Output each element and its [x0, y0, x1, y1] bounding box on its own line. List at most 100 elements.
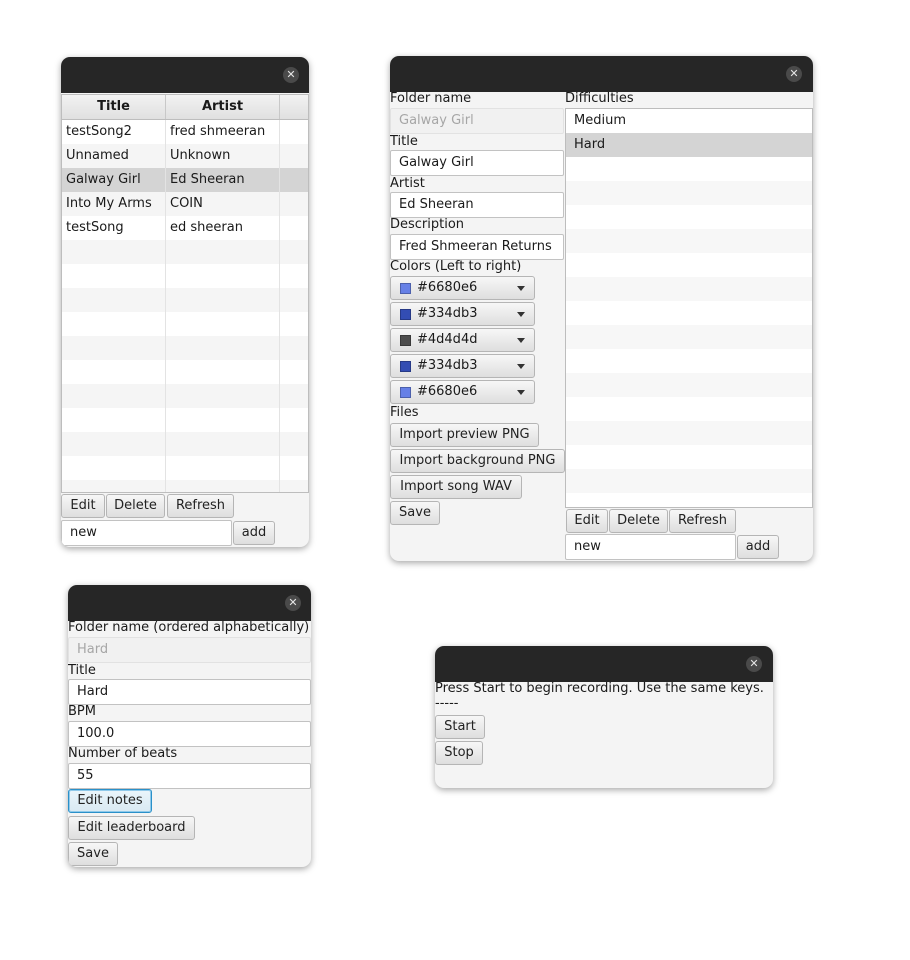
close-icon[interactable]: ✕	[786, 66, 802, 82]
songs-table[interactable]: Title Artist testSong2 fred shmeeran Unnam…	[61, 94, 309, 493]
list-item[interactable]	[566, 397, 812, 421]
edit-leaderboard-button[interactable]: Edit leaderboard	[68, 816, 195, 840]
cell-artist: ed sheeran	[166, 216, 280, 240]
cell-title: Unnamed	[62, 144, 166, 168]
list-item[interactable]	[566, 205, 812, 229]
difficulties-list[interactable]: Medium Hard	[565, 108, 813, 508]
edit-notes-button[interactable]: Edit notes	[68, 789, 152, 813]
column-header-title[interactable]: Title	[62, 95, 166, 119]
table-row[interactable]	[62, 456, 308, 480]
column-header-artist[interactable]: Artist	[166, 95, 280, 119]
list-item[interactable]	[566, 253, 812, 277]
cell-artist	[166, 360, 280, 384]
list-item[interactable]	[566, 421, 812, 445]
table-row[interactable]	[62, 480, 308, 492]
save-button[interactable]: Save	[390, 501, 440, 525]
title-bar[interactable]	[68, 585, 311, 621]
list-item[interactable]	[566, 493, 812, 507]
beats-input[interactable]: 55	[68, 763, 311, 789]
color-picker[interactable]: #4d4d4d	[390, 328, 535, 352]
title-input[interactable]: Galway Girl	[390, 150, 564, 176]
title-bar[interactable]	[61, 57, 309, 93]
table-row[interactable]	[62, 384, 308, 408]
edit-button[interactable]: Edit	[61, 494, 105, 518]
table-row[interactable]	[62, 312, 308, 336]
delete-difficulty-button[interactable]: Delete	[609, 509, 668, 533]
title-input[interactable]: Hard	[68, 679, 311, 705]
list-item[interactable]	[566, 373, 812, 397]
list-item[interactable]	[566, 277, 812, 301]
cell-filler	[280, 168, 308, 192]
table-row[interactable]	[62, 336, 308, 360]
song-editor-window: ✕ Folder name Galway Girl Title Galway G…	[390, 56, 813, 561]
list-item[interactable]	[566, 157, 812, 181]
artist-input[interactable]: Ed Sheeran	[390, 192, 564, 218]
start-button[interactable]: Start	[435, 715, 485, 739]
table-row[interactable]	[62, 240, 308, 264]
refresh-button[interactable]: Refresh	[167, 494, 234, 518]
close-icon[interactable]: ✕	[283, 67, 299, 83]
cell-artist	[166, 432, 280, 456]
table-row[interactable]	[62, 264, 308, 288]
color-picker[interactable]: #334db3	[390, 302, 535, 326]
new-song-input[interactable]: new	[61, 520, 232, 546]
list-item[interactable]: Medium	[566, 109, 812, 133]
table-row[interactable]	[62, 432, 308, 456]
color-swatch	[400, 309, 411, 320]
import-song-wav-button[interactable]: Import song WAV	[390, 475, 522, 499]
stop-button[interactable]: Stop	[435, 741, 483, 765]
close-icon[interactable]: ✕	[285, 595, 301, 611]
table-row[interactable]: testSong2 fred shmeeran	[62, 120, 308, 144]
table-row[interactable]: Into My Arms COIN	[62, 192, 308, 216]
cell-title: Into My Arms	[62, 192, 166, 216]
description-label: Description	[390, 217, 465, 232]
import-preview-png-button[interactable]: Import preview PNG	[390, 423, 539, 447]
colors-label: Colors (Left to right)	[390, 259, 522, 274]
color-picker[interactable]: #334db3	[390, 354, 535, 378]
color-swatch	[400, 283, 411, 294]
folder-name-label: Folder name (ordered alphabetically)	[68, 620, 310, 635]
list-item[interactable]	[566, 301, 812, 325]
table-row[interactable]	[62, 408, 308, 432]
add-difficulty-button[interactable]: add	[737, 535, 779, 559]
cell-filler	[280, 360, 308, 384]
color-picker[interactable]: #6680e6	[390, 276, 535, 300]
new-difficulty-input[interactable]: new	[565, 534, 736, 560]
table-row[interactable]	[62, 288, 308, 312]
list-item[interactable]: Hard	[566, 133, 812, 157]
edit-difficulty-button[interactable]: Edit	[566, 509, 608, 533]
cell-title: Galway Girl	[62, 168, 166, 192]
cell-title	[62, 384, 166, 408]
save-button[interactable]: Save	[68, 842, 118, 866]
list-item[interactable]	[566, 181, 812, 205]
table-row[interactable]: Unnamed Unknown	[62, 144, 308, 168]
close-icon[interactable]: ✕	[746, 656, 762, 672]
list-item[interactable]	[566, 349, 812, 373]
songs-window: ✕ Title Artist testSong2 fred shmeeran Unn…	[61, 57, 309, 547]
title-bar[interactable]	[390, 56, 813, 92]
cell-title	[62, 408, 166, 432]
refresh-difficulty-button[interactable]: Refresh	[669, 509, 736, 533]
bpm-input[interactable]: 100.0	[68, 721, 311, 747]
dropdown-arrow-icon	[517, 286, 525, 291]
list-item[interactable]	[566, 325, 812, 349]
list-item[interactable]	[566, 469, 812, 493]
description-input[interactable]: Fred Shmeeran Returns	[390, 234, 564, 260]
list-item[interactable]	[566, 445, 812, 469]
list-item[interactable]	[566, 229, 812, 253]
table-row[interactable]: Galway Girl Ed Sheeran	[62, 168, 308, 192]
color-value: #334db3	[417, 358, 478, 373]
cell-title: testSong	[62, 216, 166, 240]
cell-title	[62, 240, 166, 264]
cell-artist: Unknown	[166, 144, 280, 168]
title-bar[interactable]	[435, 646, 773, 682]
add-button[interactable]: add	[233, 521, 275, 545]
table-row[interactable]	[62, 360, 308, 384]
cell-artist	[166, 408, 280, 432]
cell-filler	[280, 144, 308, 168]
import-background-png-button[interactable]: Import background PNG	[390, 449, 565, 473]
delete-button[interactable]: Delete	[106, 494, 165, 518]
cell-artist	[166, 288, 280, 312]
color-picker[interactable]: #6680e6	[390, 380, 535, 404]
table-row[interactable]: testSong ed sheeran	[62, 216, 308, 240]
